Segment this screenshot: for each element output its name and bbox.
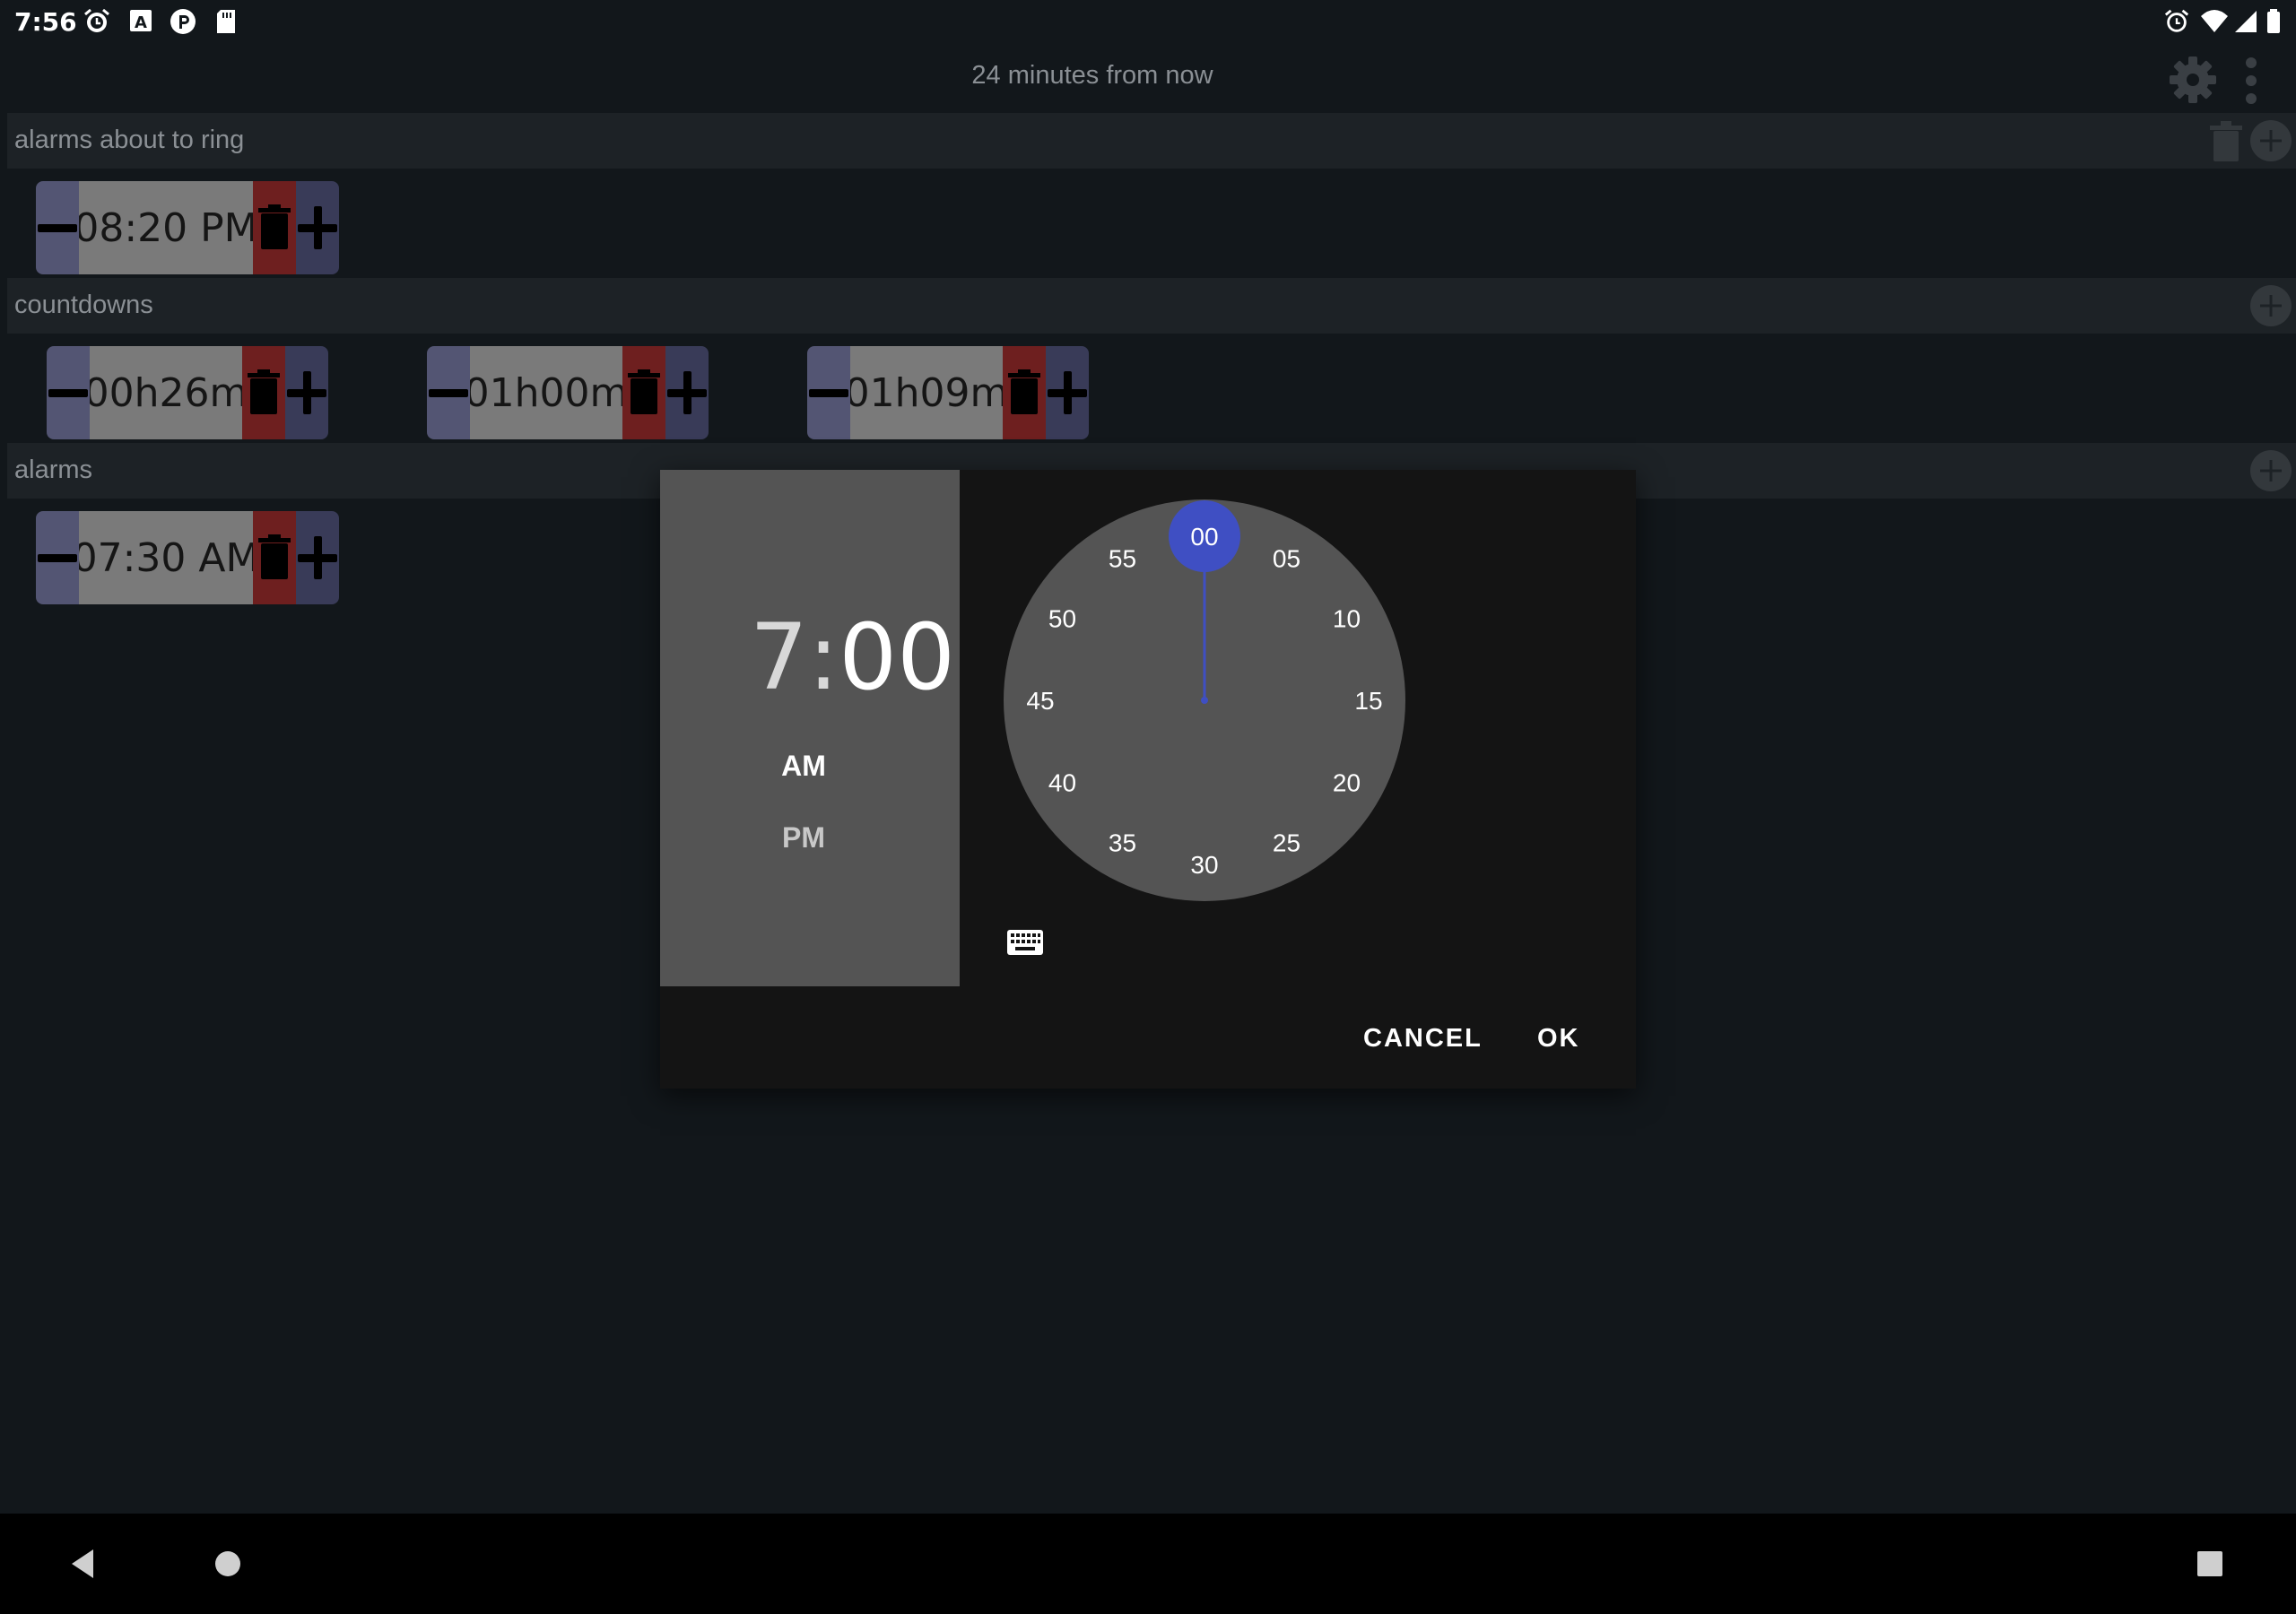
delete-button[interactable]: [253, 511, 296, 604]
decrement-button[interactable]: [36, 181, 79, 274]
time-picker-dialog: 7:00 AM PM 00 05 10 15 20 25 30 35 40 45 50 55 CANC…: [660, 470, 1636, 1089]
minute-clock-face[interactable]: 00 05 10 15 20 25 30 35 40 45 50 55: [1003, 499, 1406, 902]
decrement-button[interactable]: [427, 346, 470, 439]
delete-button[interactable]: [622, 346, 665, 439]
clock-number-30[interactable]: 30: [1190, 851, 1218, 879]
clock-number-45[interactable]: 45: [1026, 687, 1054, 715]
hour-display[interactable]: 7: [750, 604, 808, 711]
add-icon[interactable]: [2249, 119, 2292, 162]
increment-button[interactable]: [1046, 346, 1089, 439]
trash-icon: [1008, 369, 1040, 414]
chip-duration[interactable]: 01h00m: [465, 346, 628, 439]
chip-time[interactable]: 08:20 PM: [74, 181, 258, 274]
clock-number-00[interactable]: 00: [1190, 523, 1218, 551]
clock-center-dot: [1201, 697, 1208, 704]
trash-icon[interactable]: [2206, 120, 2246, 163]
svg-text:A: A: [135, 13, 147, 32]
section-about-to-ring: alarms about to ring: [7, 113, 2296, 169]
countdown-chip[interactable]: 01h09m: [807, 346, 1089, 439]
section-label: countdowns: [14, 291, 153, 319]
clock-number-40[interactable]: 40: [1048, 769, 1076, 797]
clock-number-55[interactable]: 55: [1109, 545, 1136, 573]
increment-button[interactable]: [285, 346, 328, 439]
decrement-button[interactable]: [36, 511, 79, 604]
delete-button[interactable]: [253, 181, 296, 274]
add-icon[interactable]: [2249, 449, 2292, 492]
clock-number-25[interactable]: 25: [1273, 829, 1300, 857]
clock-number-15[interactable]: 15: [1354, 687, 1382, 715]
keyboard-icon[interactable]: [1006, 929, 1044, 956]
back-icon[interactable]: [68, 1548, 97, 1580]
decrement-button[interactable]: [47, 346, 90, 439]
settings-gear-icon[interactable]: [2167, 54, 2219, 106]
cellular-signal-icon: [2235, 11, 2257, 32]
pm-toggle[interactable]: PM: [660, 821, 947, 855]
trash-icon: [258, 204, 291, 249]
clock-number-50[interactable]: 50: [1048, 605, 1076, 633]
delete-button[interactable]: [1003, 346, 1046, 439]
alarm-chip[interactable]: 07:30 AM: [36, 511, 339, 604]
clock-number-10[interactable]: 10: [1333, 605, 1361, 633]
battery-icon: [2267, 9, 2280, 33]
chip-duration[interactable]: 01h09m: [845, 346, 1008, 439]
next-alarm-info: 24 minutes from now: [971, 61, 1213, 90]
font-a-icon: A: [130, 10, 152, 32]
chip-time[interactable]: 07:30 AM: [73, 511, 259, 604]
countdown-chip[interactable]: 00h26m: [47, 346, 328, 439]
alarm-status-icon: [2164, 9, 2189, 32]
delete-button[interactable]: [242, 346, 285, 439]
section-countdowns: countdowns: [7, 278, 2296, 334]
chip-duration[interactable]: 00h26m: [84, 346, 248, 439]
sd-card-icon: [217, 10, 235, 33]
trash-icon: [628, 369, 660, 414]
status-bar: 7:56 A: [0, 0, 2296, 45]
increment-button[interactable]: [296, 511, 339, 604]
p-badge-icon: [170, 9, 196, 34]
increment-button[interactable]: [665, 346, 709, 439]
cancel-button[interactable]: CANCEL: [1363, 1024, 1483, 1054]
wifi-icon: [2201, 10, 2228, 32]
decrement-button[interactable]: [807, 346, 850, 439]
screen: 7:56 A 24 minutes from now alarms about …: [0, 0, 2296, 1614]
minute-display[interactable]: 00: [839, 604, 955, 711]
alarm-clock-icon: [84, 8, 109, 32]
clock-number-05[interactable]: 05: [1273, 545, 1300, 573]
clock-number-20[interactable]: 20: [1333, 769, 1361, 797]
clock-number-35[interactable]: 35: [1109, 829, 1136, 857]
increment-button[interactable]: [296, 181, 339, 274]
more-options-icon[interactable]: [2244, 56, 2258, 106]
time-separator: :: [807, 604, 839, 711]
section-label: alarms about to ring: [14, 126, 245, 154]
countdown-chip[interactable]: 01h00m: [427, 346, 709, 439]
alarm-chip[interactable]: 08:20 PM: [36, 181, 339, 274]
recents-icon[interactable]: [2196, 1549, 2224, 1578]
trash-icon: [248, 369, 280, 414]
section-label: alarms: [14, 456, 93, 484]
am-toggle[interactable]: AM: [660, 750, 947, 783]
selected-time-display: 7:00: [750, 604, 955, 711]
ok-button[interactable]: OK: [1537, 1024, 1580, 1054]
status-time: 7:56: [14, 7, 77, 37]
trash-icon: [258, 534, 291, 579]
time-picker-header: 7:00 AM PM: [660, 470, 960, 986]
navigation-bar: [0, 1514, 2296, 1614]
home-icon[interactable]: [213, 1549, 242, 1578]
add-icon[interactable]: [2249, 284, 2292, 327]
